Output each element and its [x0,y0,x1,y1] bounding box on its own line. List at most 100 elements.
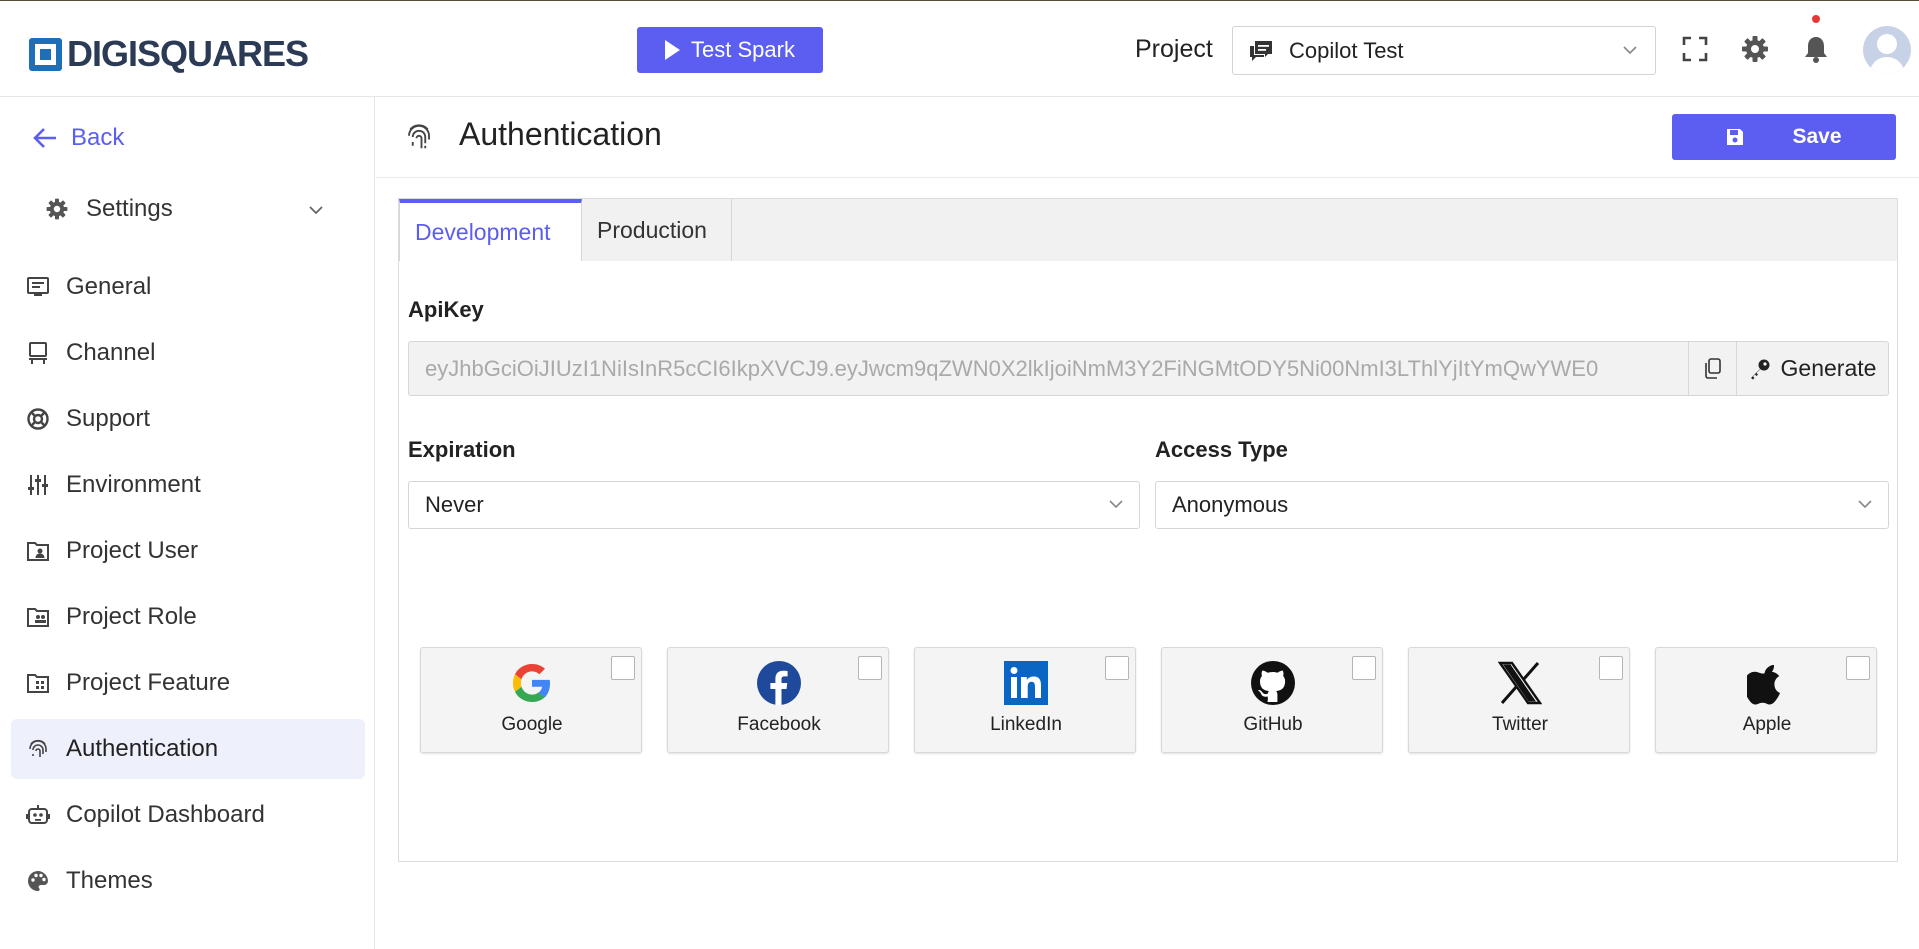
tab-label: Production [597,216,707,243]
bell-icon[interactable] [1800,33,1832,65]
support-icon [25,407,50,432]
robot-icon [25,803,50,828]
environment-tabs: Development Production [399,199,1897,261]
access-type-select[interactable]: Anonymous [1155,481,1889,529]
tab-development[interactable]: Development [399,199,582,261]
sidebar-item-support[interactable]: Support [11,389,365,449]
provider-facebook[interactable]: Facebook [667,647,889,753]
fingerprint-icon [408,124,430,149]
expiration-select[interactable]: Never [408,481,1140,529]
fingerprint-icon [25,737,50,762]
sidebar-item-project-user[interactable]: Project User [11,521,365,581]
provider-github[interactable]: GitHub [1161,647,1383,753]
provider-twitter[interactable]: Twitter [1408,647,1630,753]
sidebar-item-label: Environment [66,471,201,498]
copy-button[interactable] [1688,342,1736,395]
test-spark-label: Test Spark [691,37,795,62]
fullscreen-icon[interactable] [1679,33,1711,65]
provider-checkbox[interactable] [1105,656,1129,680]
chevron-down-icon [1858,500,1872,509]
sidebar-item-label: Support [66,405,151,432]
provider-checkbox[interactable] [1352,656,1376,680]
sidebar-item-themes[interactable]: Themes [11,851,365,911]
tab-production[interactable]: Production [582,199,732,261]
chevron-down-icon [309,206,323,215]
provider-apple[interactable]: Apple [1655,647,1877,753]
notification-badge [1812,15,1820,23]
test-spark-button[interactable]: Test Spark [637,27,823,73]
generate-button[interactable]: Generate [1736,342,1888,395]
sidebar-item-project-feature[interactable]: Project Feature [11,653,365,713]
sidebar-item-general[interactable]: General [11,257,365,317]
sidebar-item-label: Project Role [66,603,197,630]
arrow-left-icon [33,128,56,148]
sidebar-item-label: Themes [66,867,153,894]
project-user-icon [25,539,50,564]
sidebar-item-label: Channel [66,339,156,366]
provider-name: LinkedIn [990,714,1062,735]
expiration-label: Expiration [408,437,516,462]
settings-toggle[interactable]: Settings [45,195,335,223]
sidebar-item-label: Copilot Dashboard [66,801,265,828]
project-label: Project [1135,35,1213,63]
chevron-down-icon [1109,500,1123,509]
key-icon [1750,359,1770,379]
play-icon [665,40,681,60]
logo-mark-icon [29,37,62,71]
chat-icon [1250,40,1272,61]
apikey-group: Generate [408,341,1889,396]
back-link[interactable]: Back [32,124,124,152]
google-icon [509,660,555,706]
provider-name: Google [501,714,563,735]
back-label: Back [71,124,125,151]
sidebar-item-project-role[interactable]: Project Role [11,587,365,647]
general-icon [25,275,50,300]
save-button[interactable]: Save [1672,114,1896,160]
provider-name: Facebook [737,714,821,735]
access-type-label: Access Type [1155,437,1288,462]
palette-icon [25,869,50,894]
channel-icon [25,341,50,366]
github-icon [1250,660,1296,706]
gear-icon[interactable] [1739,33,1771,65]
sidebar-item-copilot-dashboard[interactable]: Copilot Dashboard [11,785,365,845]
sidebar-item-label: Authentication [66,735,219,762]
top-bar: DIGISQUARES Test Spark Project Copilot T… [0,0,1919,97]
provider-linkedin[interactable]: LinkedIn [914,647,1136,753]
settings-label: Settings [86,195,173,222]
save-label: Save [1792,125,1842,148]
sliders-icon [25,473,50,498]
project-feature-icon [25,671,50,696]
user-avatar[interactable] [1863,26,1911,74]
tab-label: Development [415,218,551,245]
sidebar-item-channel[interactable]: Channel [11,323,365,383]
project-select[interactable]: Copilot Test [1232,26,1656,75]
copy-icon [1704,357,1721,379]
provider-google[interactable]: Google [420,647,642,753]
access-type-value: Anonymous [1172,492,1289,517]
provider-name: Twitter [1492,714,1548,735]
apikey-input[interactable] [409,342,1688,395]
sidebar-item-environment[interactable]: Environment [11,455,365,515]
provider-checkbox[interactable] [1599,656,1623,680]
project-role-icon [25,605,50,630]
twitter-x-icon [1497,660,1543,706]
expiration-value: Never [425,492,484,517]
provider-checkbox[interactable] [858,656,882,680]
page-header: Authentication Save [376,98,1919,178]
provider-checkbox[interactable] [1846,656,1870,680]
sidebar-item-authentication[interactable]: Authentication [11,719,365,779]
provider-name: GitHub [1243,714,1303,735]
facebook-icon [756,660,802,706]
provider-checkbox[interactable] [611,656,635,680]
brand-logo[interactable]: DIGISQUARES [29,33,309,75]
apikey-label: ApiKey [408,297,484,322]
sidebar-item-label: Project Feature [66,669,231,696]
page-title: Authentication [459,116,662,152]
brand-name: DIGISQUARES [67,33,309,74]
sidebar-item-label: Project User [66,537,199,564]
chevron-down-icon [1623,46,1637,55]
apple-icon [1744,660,1790,706]
project-select-value: Copilot Test [1289,37,1404,63]
generate-label: Generate [1780,355,1877,381]
